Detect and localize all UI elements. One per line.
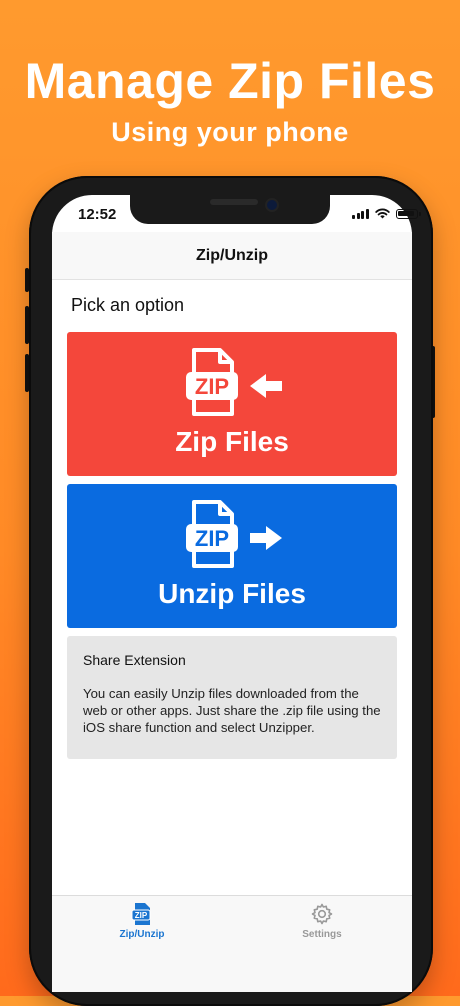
gear-icon [311,903,333,925]
zip-files-label: Zip Files [175,426,289,457]
zip-icon-text: ZIP [195,374,229,399]
earpiece-speaker [210,199,258,205]
zip-files-button[interactable]: ZIP Zip Files [67,332,397,476]
promo-subheadline: Using your phone [111,117,349,147]
status-time: 12:52 [78,206,117,223]
share-extension-title: Share Extension [83,652,186,668]
status-icons [352,208,421,219]
tab-bar: ZIP Zip/Unzip Settings [52,895,412,992]
unzip-files-label: Unzip Files [158,578,306,609]
battery-icon [395,208,421,219]
cellular-signal-icon [352,208,369,219]
promo-headline: Manage Zip Files [24,53,436,109]
tab-settings[interactable]: Settings [294,902,350,940]
nav-title: Zip/Unzip [196,246,268,264]
share-extension-description: You can easily Unzip files downloaded fr… [83,686,381,735]
wifi-icon [374,208,390,219]
tab-zip-unzip-label: Zip/Unzip [119,929,165,940]
zip-file-arrow-out-icon: ZIP [186,500,282,568]
navigation-bar: Zip/Unzip [52,232,412,280]
tab-settings-label: Settings [302,929,342,940]
unzip-icon-text: ZIP [195,526,229,551]
zip-file-icon: ZIP [131,903,151,925]
tab-zip-unzip[interactable]: ZIP Zip/Unzip [114,902,170,940]
front-camera [267,200,277,210]
unzip-files-button[interactable]: ZIP Unzip Files [67,484,397,628]
tab-zip-icon-text: ZIP [135,911,148,920]
pick-option-label: Pick an option [71,295,185,315]
zip-file-arrow-in-icon: ZIP [186,348,282,416]
share-extension-panel: Share Extension You can easily Unzip fil… [67,636,397,759]
